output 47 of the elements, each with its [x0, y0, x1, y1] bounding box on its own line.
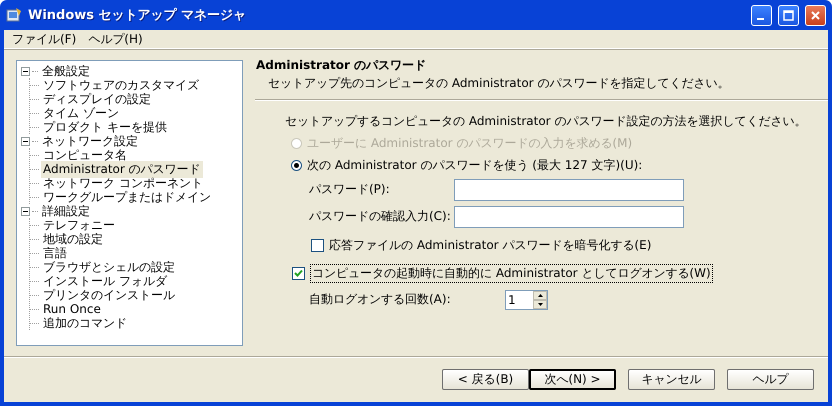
wizard-button[interactable]: キャンセル	[628, 369, 715, 390]
password-field[interactable]	[454, 178, 684, 200]
tree-item[interactable]: Run Once	[41, 302, 103, 316]
close-icon	[810, 10, 821, 20]
window-title: Windows セットアップ マネージャ	[28, 6, 248, 24]
tree-item[interactable]: ディスプレイの設定	[41, 90, 153, 108]
maximize-button[interactable]	[778, 4, 799, 26]
password-field[interactable]	[454, 206, 684, 228]
tree-item[interactable]: ネットワーク コンポーネント	[41, 174, 205, 192]
wizard-button[interactable]: < 戻る(B)	[442, 369, 529, 390]
tree-item[interactable]: 全般設定	[40, 62, 92, 80]
tree-item[interactable]: 詳細設定	[40, 202, 92, 220]
prompt-text: セットアップするコンピュータの Administrator のパスワード設定の方法を選択してください。	[285, 112, 806, 130]
close-button[interactable]	[805, 4, 826, 26]
tree-item[interactable]: ソフトウェアのカスタマイズ	[41, 76, 201, 94]
tree-item[interactable]: コンピュータ名	[41, 146, 129, 164]
tree-item[interactable]: 追加のコマンド	[41, 314, 129, 332]
tree-item[interactable]: Administrator のパスワード	[41, 160, 203, 178]
tree-item[interactable]: ブラウザとシェルの設定	[41, 258, 177, 276]
tree-item[interactable]: 言語	[41, 244, 69, 262]
wizard-button[interactable]: ヘルプ	[727, 369, 814, 390]
tree-item[interactable]: ワークグループまたはドメイン	[41, 188, 213, 206]
tree-item[interactable]: インストール フォルダ	[41, 272, 169, 290]
collapse-icon[interactable]	[21, 136, 30, 146]
app-icon	[6, 7, 22, 23]
checkmark-icon	[294, 268, 303, 278]
menu-item[interactable]: ヘルプ(H)	[82, 30, 149, 48]
collapse-icon[interactable]	[21, 206, 30, 216]
field-label: パスワードの確認入力(C):	[309, 208, 452, 225]
field-label: 自動ログオンする回数(A):	[309, 291, 452, 308]
wizard-button[interactable]: 次へ(N) >	[529, 369, 616, 390]
minimize-icon	[757, 18, 764, 20]
maximize-icon	[783, 10, 794, 20]
tree-item[interactable]: プリンタのインストール	[41, 286, 177, 304]
page-description: セットアップ先のコンピュータの Administrator のパスワードを指定してください。	[268, 75, 730, 92]
tree-item[interactable]: 地域の設定	[41, 230, 105, 248]
tree-item[interactable]: ネットワーク設定	[40, 132, 140, 150]
radio-option[interactable]: 次の Administrator のパスワードを使う (最大 127 文字)(U):	[291, 156, 642, 174]
tree-item[interactable]: タイム ゾーン	[41, 104, 121, 122]
page-title: Administrator のパスワード	[256, 57, 428, 74]
collapse-icon[interactable]	[21, 66, 30, 76]
field-label: パスワード(P):	[309, 181, 391, 198]
encrypt-checkbox[interactable]: 応答ファイルの Administrator パスワードを暗号化する(E)	[309, 236, 654, 254]
tree-item[interactable]: テレフォニー	[41, 216, 117, 234]
menu-item[interactable]: ファイル(F)	[6, 30, 82, 48]
tree-item[interactable]: プロダクト キーを提供	[41, 118, 169, 136]
minimize-button[interactable]	[751, 4, 772, 26]
